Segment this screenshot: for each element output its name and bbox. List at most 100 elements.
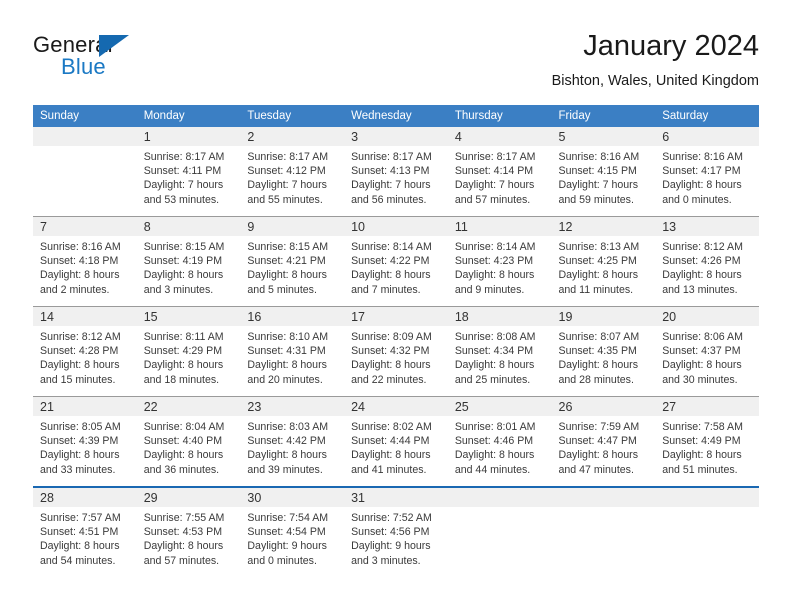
day-cell-content: 29 Sunrise: 7:55 AM Sunset: 4:53 PM Dayligh…	[136, 488, 241, 573]
daylight-text-line1: Daylight: 8 hours	[351, 359, 431, 372]
calendar-day-cell[interactable]: 9 Sunrise: 8:15 AM Sunset: 4:21 PM Daylight…	[240, 216, 345, 307]
day-number: 4	[447, 127, 552, 146]
calendar-day-cell[interactable]: 20 Sunrise: 8:06 AM Sunset: 4:37 PM Dayligh…	[655, 306, 759, 397]
day-cell-content: 3 Sunrise: 8:17 AM Sunset: 4:13 PM Daylight…	[344, 127, 448, 216]
calendar-day-cell[interactable]: 14 Sunrise: 8:12 AM Sunset: 4:28 PM Dayligh…	[33, 306, 137, 397]
daylight-text-line1: Daylight: 7 hours	[247, 179, 327, 192]
daylight-text-line2: and 53 minutes.	[143, 193, 220, 206]
calendar-day-cell[interactable]: 8 Sunrise: 8:15 AM Sunset: 4:19 PM Daylight…	[136, 216, 241, 307]
day-cell-content: 30 Sunrise: 7:54 AM Sunset: 4:54 PM Dayligh…	[240, 488, 345, 573]
sunrise-text: Sunrise: 8:17 AM	[143, 151, 225, 163]
day-details: Sunrise: 8:16 AM Sunset: 4:15 PM Daylight:…	[552, 146, 656, 207]
day-cell-content: 20 Sunrise: 8:06 AM Sunset: 4:37 PM Dayligh…	[655, 307, 759, 396]
day-number	[655, 488, 759, 507]
calendar-day-cell[interactable]: 7 Sunrise: 8:16 AM Sunset: 4:18 PM Daylight…	[33, 216, 137, 307]
calendar-day-cell[interactable]: 28 Sunrise: 7:57 AM Sunset: 4:51 PM Dayligh…	[33, 486, 137, 573]
day-number: 14	[33, 307, 137, 326]
day-details: Sunrise: 8:14 AM Sunset: 4:22 PM Daylight:…	[344, 236, 448, 297]
calendar-day-cell[interactable]: 29 Sunrise: 7:55 AM Sunset: 4:53 PM Dayligh…	[136, 486, 241, 573]
title-block: January 2024 Bishton, Wales, United King…	[552, 28, 759, 90]
calendar-day-cell[interactable]: 13 Sunrise: 8:12 AM Sunset: 4:26 PM Dayligh…	[655, 216, 759, 307]
daylight-text-line2: and 57 minutes.	[143, 554, 220, 567]
weekday-header-wednesday: Wednesday	[344, 105, 448, 127]
day-details: Sunrise: 8:02 AM Sunset: 4:44 PM Daylight:…	[344, 416, 448, 477]
calendar-day-cell[interactable]: 30 Sunrise: 7:54 AM Sunset: 4:54 PM Dayligh…	[240, 486, 345, 573]
calendar-day-cell[interactable]: 2 Sunrise: 8:17 AM Sunset: 4:12 PM Daylight…	[240, 127, 345, 217]
calendar-day-cell[interactable]: 5 Sunrise: 8:16 AM Sunset: 4:15 PM Daylight…	[551, 127, 656, 217]
daylight-text-line2: and 28 minutes.	[558, 373, 634, 386]
calendar-day-cell	[655, 486, 759, 573]
day-details: Sunrise: 8:11 AM Sunset: 4:29 PM Daylight:…	[137, 326, 241, 387]
page-header: General Blue January 2024 Bishton, Wales…	[33, 28, 759, 100]
day-cell-content: 25 Sunrise: 8:01 AM Sunset: 4:46 PM Dayligh…	[447, 397, 552, 486]
sunrise-text: Sunrise: 7:57 AM	[40, 512, 121, 524]
calendar-day-cell[interactable]: 23 Sunrise: 8:03 AM Sunset: 4:42 PM Dayligh…	[240, 396, 345, 487]
sunrise-text: Sunrise: 8:03 AM	[247, 421, 329, 433]
sunset-text: Sunset: 4:28 PM	[40, 345, 119, 358]
sunrise-text: Sunrise: 8:14 AM	[454, 241, 536, 253]
sunrise-text: Sunrise: 8:12 AM	[40, 331, 121, 343]
sunrise-text: Sunrise: 8:09 AM	[351, 331, 432, 343]
sunset-text: Sunset: 4:39 PM	[40, 435, 119, 448]
calendar-day-cell[interactable]: 12 Sunrise: 8:13 AM Sunset: 4:25 PM Dayligh…	[551, 216, 656, 307]
calendar-day-cell[interactable]: 16 Sunrise: 8:10 AM Sunset: 4:31 PM Dayligh…	[240, 306, 345, 397]
calendar-day-cell[interactable]: 4 Sunrise: 8:17 AM Sunset: 4:14 PM Daylight…	[447, 127, 552, 217]
day-details: Sunrise: 8:13 AM Sunset: 4:25 PM Daylight:…	[552, 236, 656, 297]
day-number: 19	[551, 307, 656, 326]
day-details: Sunrise: 8:04 AM Sunset: 4:40 PM Daylight:…	[137, 416, 241, 477]
calendar-day-cell[interactable]: 17 Sunrise: 8:09 AM Sunset: 4:32 PM Dayligh…	[344, 306, 448, 397]
general-blue-logo[interactable]: General Blue	[33, 32, 163, 82]
sunset-text: Sunset: 4:17 PM	[662, 165, 741, 178]
day-details: Sunrise: 8:16 AM Sunset: 4:17 PM Daylight:…	[655, 146, 759, 207]
sunset-text: Sunset: 4:51 PM	[40, 526, 119, 539]
day-cell-content: 18 Sunrise: 8:08 AM Sunset: 4:34 PM Dayligh…	[447, 307, 552, 396]
calendar-day-cell[interactable]: 6 Sunrise: 8:16 AM Sunset: 4:17 PM Daylight…	[655, 127, 759, 217]
day-number: 18	[447, 307, 552, 326]
calendar-day-cell[interactable]: 27 Sunrise: 7:58 AM Sunset: 4:49 PM Dayligh…	[655, 396, 759, 487]
day-cell-content: 2 Sunrise: 8:17 AM Sunset: 4:12 PM Daylight…	[240, 127, 345, 216]
day-details: Sunrise: 8:15 AM Sunset: 4:21 PM Daylight:…	[240, 236, 344, 297]
sunset-text: Sunset: 4:42 PM	[247, 435, 326, 448]
sunrise-text: Sunrise: 8:16 AM	[40, 241, 121, 253]
sunset-text: Sunset: 4:19 PM	[143, 255, 223, 268]
day-details: Sunrise: 8:05 AM Sunset: 4:39 PM Daylight:…	[33, 416, 137, 477]
page-title: January 2024	[583, 30, 759, 62]
calendar-day-cell[interactable]: 18 Sunrise: 8:08 AM Sunset: 4:34 PM Dayligh…	[447, 306, 552, 397]
calendar-day-cell[interactable]: 26 Sunrise: 7:59 AM Sunset: 4:47 PM Dayligh…	[551, 396, 656, 487]
daylight-text-line2: and 15 minutes.	[40, 373, 116, 386]
day-number: 5	[551, 127, 656, 146]
calendar-day-cell[interactable]: 24 Sunrise: 8:02 AM Sunset: 4:44 PM Dayligh…	[344, 396, 448, 487]
calendar-week-row: 28 Sunrise: 7:57 AM Sunset: 4:51 PM Dayligh…	[33, 486, 759, 573]
day-cell-content: 23 Sunrise: 8:03 AM Sunset: 4:42 PM Dayligh…	[240, 397, 345, 486]
calendar-day-cell[interactable]: 25 Sunrise: 8:01 AM Sunset: 4:46 PM Dayligh…	[447, 396, 552, 487]
daylight-text-line2: and 18 minutes.	[143, 373, 220, 386]
day-number: 12	[551, 217, 656, 236]
calendar-day-cell[interactable]: 15 Sunrise: 8:11 AM Sunset: 4:29 PM Dayligh…	[136, 306, 241, 397]
day-details: Sunrise: 7:57 AM Sunset: 4:51 PM Daylight:…	[33, 507, 137, 568]
sunrise-text: Sunrise: 8:13 AM	[558, 241, 640, 253]
day-number: 20	[655, 307, 759, 326]
daylight-text-line1: Daylight: 9 hours	[247, 540, 327, 553]
calendar-day-cell[interactable]: 31 Sunrise: 7:52 AM Sunset: 4:56 PM Dayligh…	[344, 486, 448, 573]
day-details: Sunrise: 8:08 AM Sunset: 4:34 PM Daylight:…	[448, 326, 552, 387]
sunset-text: Sunset: 4:29 PM	[143, 345, 223, 358]
day-cell-content: 9 Sunrise: 8:15 AM Sunset: 4:21 PM Daylight…	[240, 217, 345, 306]
calendar-day-cell[interactable]: 22 Sunrise: 8:04 AM Sunset: 4:40 PM Dayligh…	[136, 396, 241, 487]
calendar-header-row: Sunday Monday Tuesday Wednesday Thursday…	[33, 105, 759, 127]
calendar-week-row: 7 Sunrise: 8:16 AM Sunset: 4:18 PM Daylight…	[33, 216, 759, 307]
calendar-day-cell[interactable]: 19 Sunrise: 8:07 AM Sunset: 4:35 PM Dayligh…	[551, 306, 656, 397]
sunrise-text: Sunrise: 7:59 AM	[558, 421, 640, 433]
calendar-day-cell[interactable]: 11 Sunrise: 8:14 AM Sunset: 4:23 PM Dayligh…	[447, 216, 552, 307]
daylight-text-line1: Daylight: 8 hours	[247, 449, 327, 462]
calendar-day-cell[interactable]: 3 Sunrise: 8:17 AM Sunset: 4:13 PM Daylight…	[344, 127, 448, 217]
calendar-day-cell[interactable]: 1 Sunrise: 8:17 AM Sunset: 4:11 PM Daylight…	[136, 127, 241, 217]
day-number: 28	[33, 488, 137, 507]
calendar-day-cell[interactable]: 21 Sunrise: 8:05 AM Sunset: 4:39 PM Dayligh…	[33, 396, 137, 487]
calendar-day-cell[interactable]: 10 Sunrise: 8:14 AM Sunset: 4:22 PM Dayligh…	[344, 216, 448, 307]
day-number: 13	[655, 217, 759, 236]
day-cell-content: 8 Sunrise: 8:15 AM Sunset: 4:19 PM Daylight…	[136, 217, 241, 306]
calendar-table: Sunday Monday Tuesday Wednesday Thursday…	[33, 105, 759, 573]
day-number: 17	[344, 307, 448, 326]
page-subtitle: Bishton, Wales, United Kingdom	[551, 73, 759, 89]
calendar-body: 1 Sunrise: 8:17 AM Sunset: 4:11 PM Daylight…	[33, 127, 759, 573]
